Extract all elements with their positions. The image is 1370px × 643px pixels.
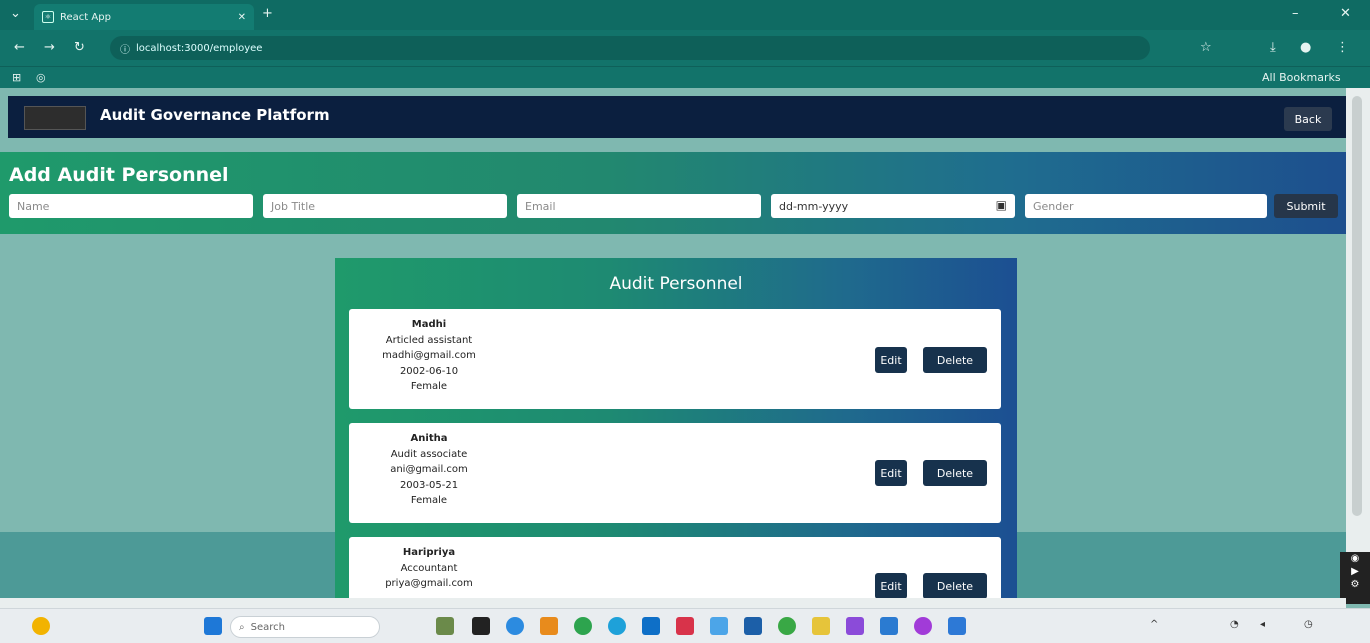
tab-close-icon[interactable]: ✕ xyxy=(238,12,246,23)
screen-recorder-toolbar: ◉ ▶ ⚙ xyxy=(1340,552,1370,604)
chrome-icon[interactable] xyxy=(574,617,592,635)
app-title: Audit Governance Platform xyxy=(100,106,330,124)
edit-button[interactable]: Edit xyxy=(875,573,907,598)
date-placeholder: dd-mm-yyyy xyxy=(779,199,849,213)
logo xyxy=(24,106,86,130)
person-job: Articled assistant xyxy=(385,334,473,346)
person-name: Haripriya xyxy=(402,547,456,558)
person-gender: Female xyxy=(410,381,448,392)
taskbar-search-input[interactable]: ⌕ Search xyxy=(230,616,380,638)
wifi-icon[interactable]: ◔ xyxy=(1230,619,1239,630)
address-bar-row: ← → ↻ ⓘ localhost:3000/employee ☆ ⤓ ● ⋮ xyxy=(0,30,1370,66)
profile-avatar-icon[interactable]: ● xyxy=(1300,40,1311,55)
file-explorer-icon[interactable] xyxy=(472,617,490,635)
app-header: Audit Governance Platform Back xyxy=(8,96,1346,138)
person-job: Accountant xyxy=(400,562,458,574)
clock[interactable]: ◷ xyxy=(1304,619,1313,630)
address-input[interactable]: ⓘ localhost:3000/employee xyxy=(110,36,1150,60)
person-name: Madhi xyxy=(411,319,447,330)
start-icon[interactable] xyxy=(204,617,222,635)
video-icon[interactable]: ▶ xyxy=(1340,565,1370,578)
new-tab-icon[interactable]: + xyxy=(262,6,273,21)
minimize-icon[interactable]: – xyxy=(1292,6,1299,21)
person-email: priya@gmail.com xyxy=(385,578,473,589)
reload-icon[interactable]: ↻ xyxy=(74,40,85,55)
browser-menu-icon[interactable]: ⋮ xyxy=(1336,40,1349,55)
teams-icon[interactable] xyxy=(710,617,728,635)
app-icon-2[interactable] xyxy=(846,617,864,635)
back-arrow-icon[interactable]: ← xyxy=(14,40,25,55)
delete-button[interactable]: Delete xyxy=(923,460,987,486)
delete-button[interactable]: Delete xyxy=(923,347,987,373)
app-icon-3[interactable] xyxy=(914,617,932,635)
delete-button[interactable]: Delete xyxy=(923,573,987,598)
windows-taskbar: ⌕ Search ^ ◔ ◂ ◷ xyxy=(0,608,1370,643)
apps-icon[interactable]: ⊞ xyxy=(12,71,21,84)
gender-input[interactable]: Gender xyxy=(1025,194,1267,218)
personnel-card: Anitha Audit associate ani@gmail.com 200… xyxy=(349,423,1001,523)
back-button[interactable]: Back xyxy=(1284,107,1332,131)
widget-icon[interactable] xyxy=(436,617,454,635)
vs-icon[interactable] xyxy=(948,617,966,635)
word-icon[interactable] xyxy=(744,617,762,635)
person-dob: 2003-05-21 xyxy=(399,479,459,491)
edit-button[interactable]: Edit xyxy=(875,347,907,373)
folder-icon[interactable] xyxy=(812,617,830,635)
email-input[interactable]: Email xyxy=(517,194,761,218)
name-input[interactable]: Name xyxy=(9,194,253,218)
scrollbar-thumb[interactable] xyxy=(1352,96,1362,516)
person-dob: 2002-06-10 xyxy=(399,365,459,377)
horizontal-scrollbar[interactable] xyxy=(0,598,1346,608)
browser-tab[interactable]: ⚛ React App ✕ xyxy=(34,4,254,30)
calendar-icon[interactable]: ▣ xyxy=(996,198,1007,212)
browser-titlebar: ⌄ ⚛ React App ✕ + – ✕ xyxy=(0,0,1370,30)
bookmark-star-icon[interactable]: ☆ xyxy=(1200,40,1212,55)
outlook-icon[interactable] xyxy=(880,617,898,635)
form-title: Add Audit Personnel xyxy=(9,164,229,186)
extension-icon[interactable]: ◎ xyxy=(36,71,46,84)
person-job: Audit associate xyxy=(390,448,468,460)
site-info-icon[interactable]: ⓘ xyxy=(120,41,130,56)
person-name: Anitha xyxy=(410,433,448,444)
search-placeholder: Search xyxy=(250,621,285,633)
personnel-card: Haripriya Accountant priya@gmail.com Edi… xyxy=(349,537,1001,598)
submit-button[interactable]: Submit xyxy=(1274,194,1338,218)
all-bookmarks-link[interactable]: All Bookmarks xyxy=(1262,71,1341,84)
settings-icon[interactable]: ⚙ xyxy=(1340,578,1370,591)
add-personnel-form: Add Audit Personnel Name Job Title Email… xyxy=(0,152,1346,234)
download-icon[interactable]: ⤓ xyxy=(1270,40,1276,55)
person-gender: Female xyxy=(410,495,448,506)
volume-icon[interactable]: ◂ xyxy=(1260,619,1265,630)
vscode-icon[interactable] xyxy=(676,617,694,635)
job-title-input[interactable]: Job Title xyxy=(263,194,507,218)
edit-button[interactable]: Edit xyxy=(875,460,907,486)
person-email: madhi@gmail.com xyxy=(382,350,476,361)
tab-title: React App xyxy=(60,11,111,23)
address-text: localhost:3000/employee xyxy=(136,42,263,54)
camera-icon[interactable]: ◉ xyxy=(1340,552,1370,565)
tray-chevron-icon[interactable]: ^ xyxy=(1150,619,1158,630)
personnel-card: Madhi Articled assistant madhi@gmail.com… xyxy=(349,309,1001,409)
edge-icon[interactable] xyxy=(506,617,524,635)
weather-icon[interactable] xyxy=(32,617,50,635)
forward-arrow-icon[interactable]: → xyxy=(44,40,55,55)
whatsapp-icon[interactable] xyxy=(778,617,796,635)
personnel-list-panel: Audit Personnel Madhi Articled assistant… xyxy=(335,258,1017,598)
search-icon: ⌕ xyxy=(239,621,245,633)
date-input[interactable]: dd-mm-yyyy ▣ xyxy=(771,194,1015,218)
person-email: ani@gmail.com xyxy=(390,464,468,475)
store-icon[interactable] xyxy=(540,617,558,635)
app-icon[interactable] xyxy=(608,617,626,635)
react-favicon-icon: ⚛ xyxy=(42,11,54,23)
tab-list-icon[interactable]: ⌄ xyxy=(10,6,21,21)
close-window-icon[interactable]: ✕ xyxy=(1340,6,1351,21)
list-title: Audit Personnel xyxy=(609,274,743,294)
bookmarks-bar: ⊞ ◎ All Bookmarks xyxy=(0,66,1370,88)
mail-icon[interactable] xyxy=(642,617,660,635)
